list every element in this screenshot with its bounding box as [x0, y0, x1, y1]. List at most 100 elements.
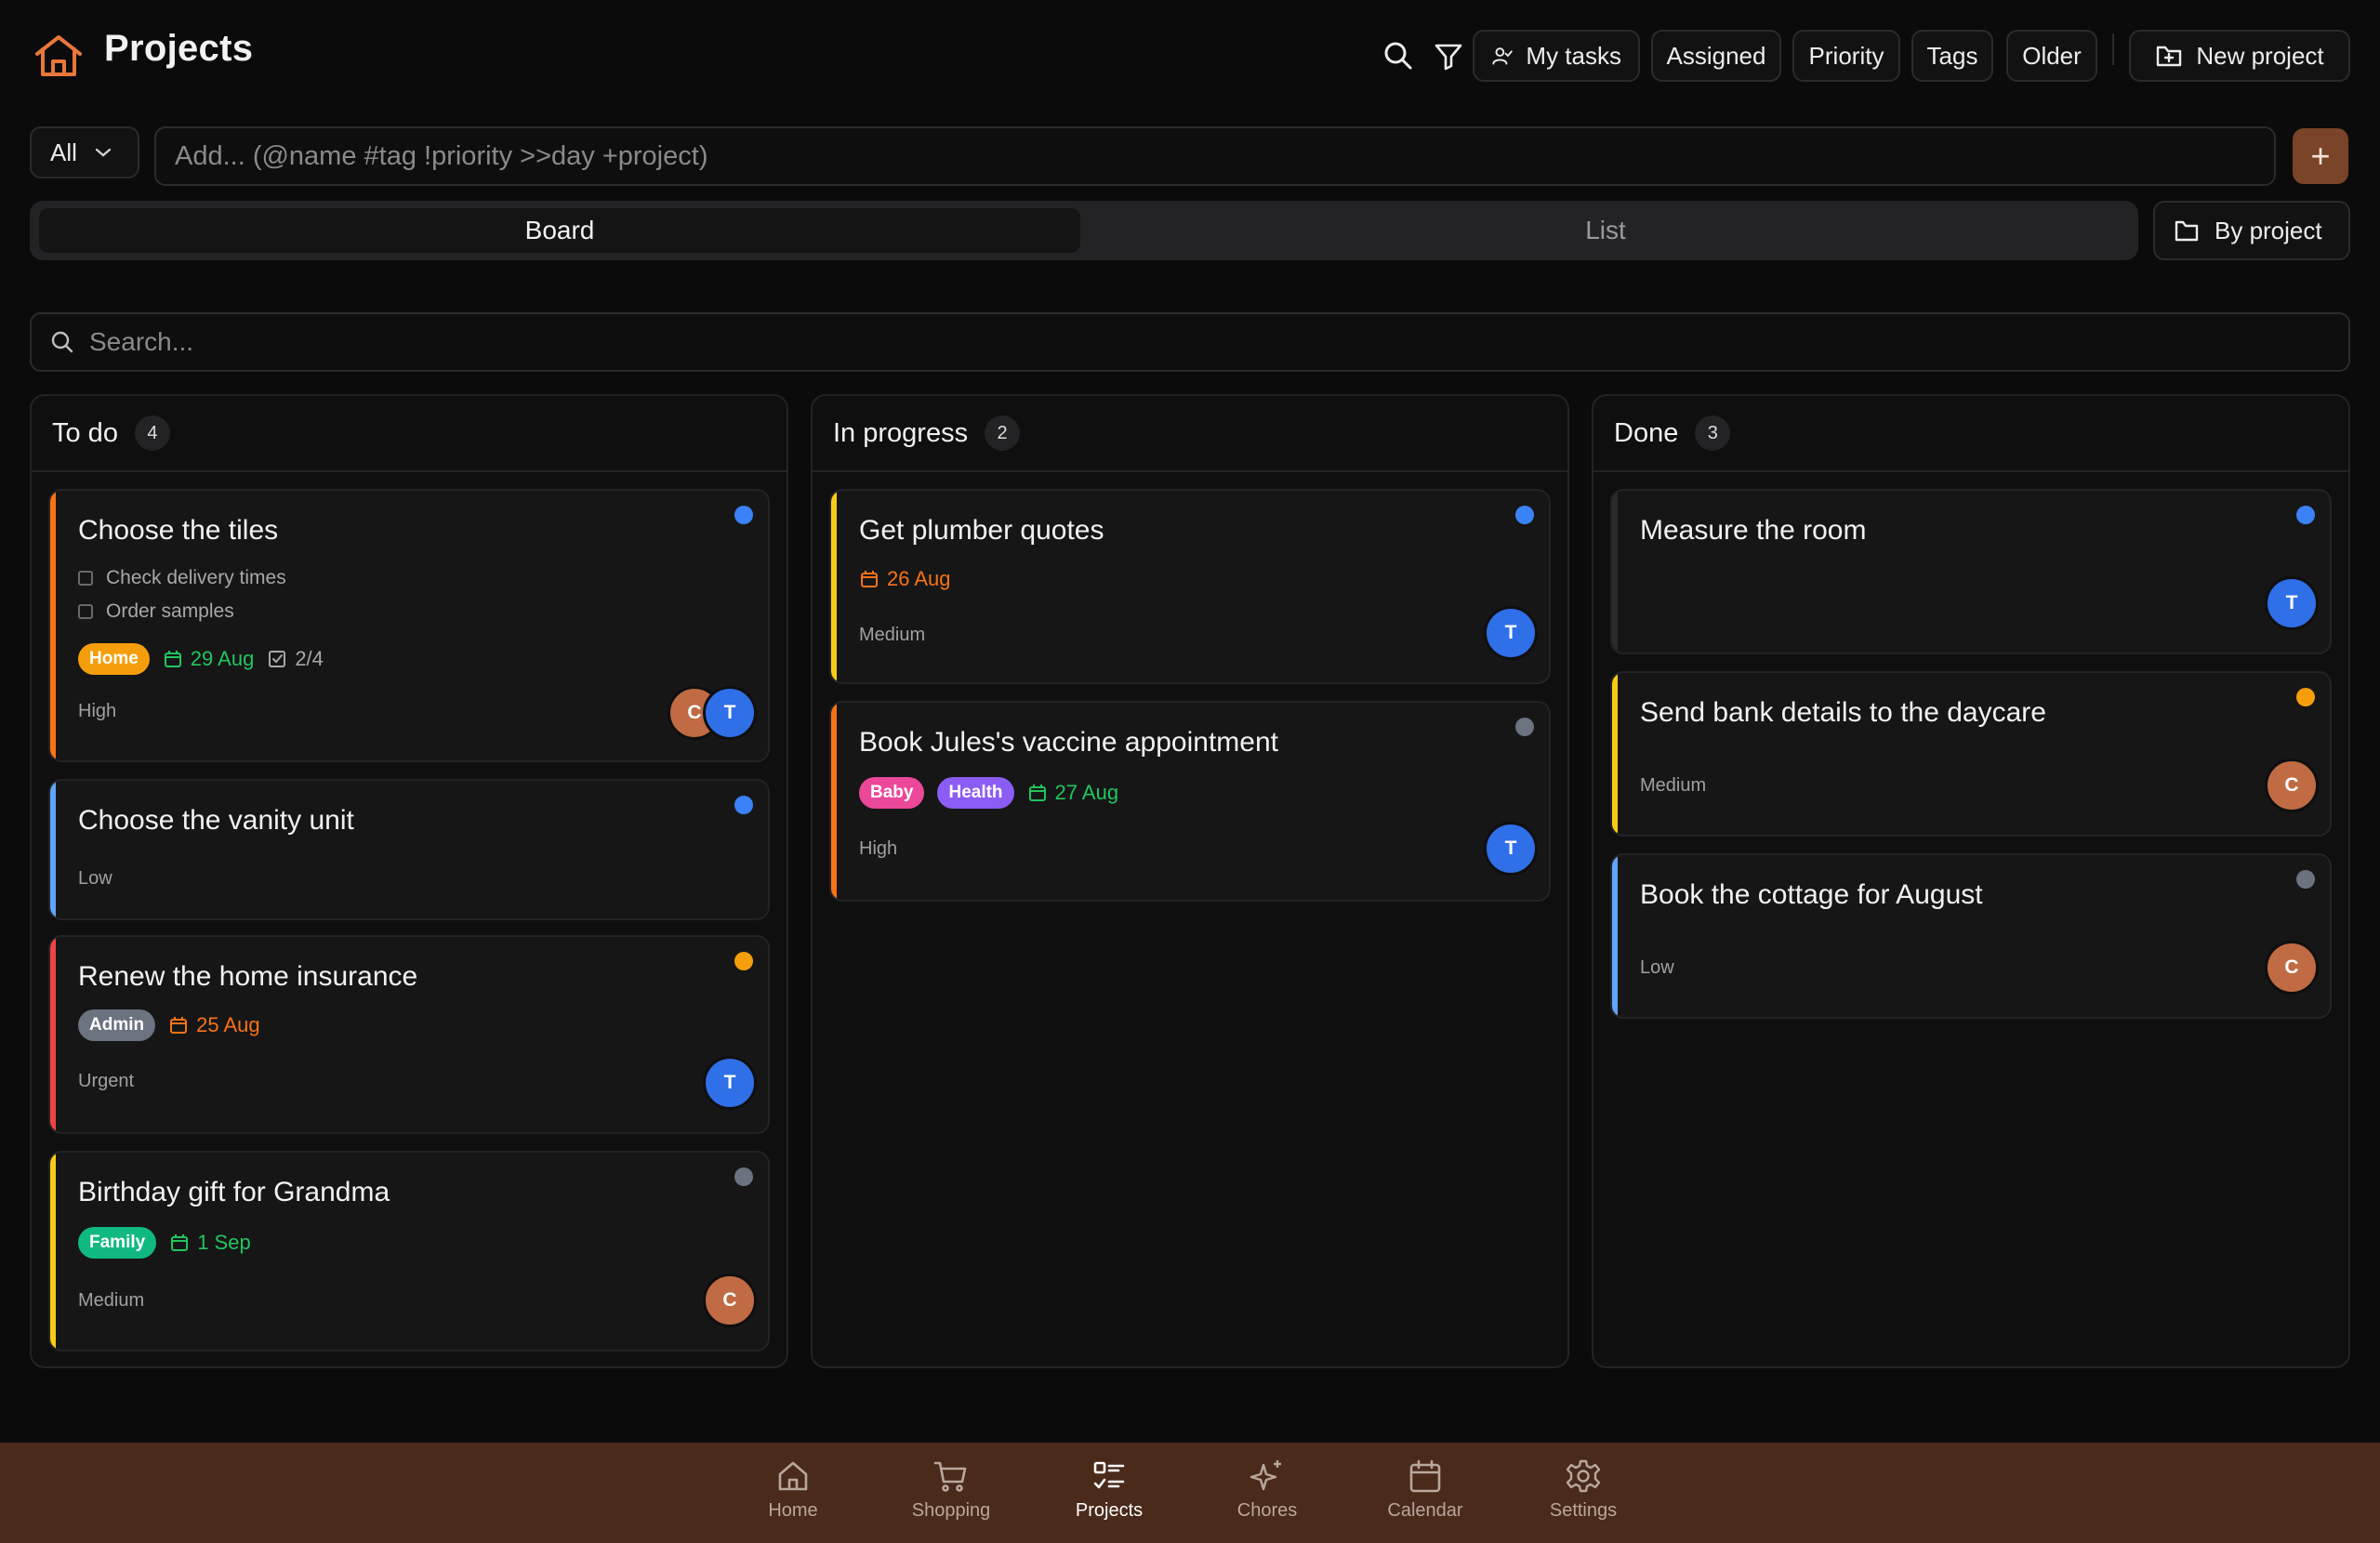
checklist-text: Order samples [106, 600, 234, 622]
status-dot [734, 506, 753, 524]
avatar[interactable]: T [1484, 606, 1538, 660]
task-card[interactable]: Send bank details to the daycare Medium … [1610, 671, 2332, 837]
subtask-count: 2/4 [295, 647, 324, 670]
quick-add-input[interactable] [154, 126, 2276, 186]
assigned-label: Assigned [1666, 41, 1766, 70]
card-title: Choose the vanity unit [78, 805, 354, 836]
column-count-badge: 4 [134, 415, 170, 451]
group-by-project-button[interactable]: By project [2153, 201, 2350, 260]
card-title: Measure the room [1640, 515, 1867, 546]
folder-plus-icon [2157, 46, 2182, 67]
status-dot [734, 952, 753, 970]
priority-button[interactable]: Priority [1792, 30, 1900, 82]
calendar-icon [861, 571, 878, 587]
task-card[interactable]: Get plumber quotes 26 Aug Medium T [829, 489, 1551, 684]
filter-icon[interactable] [1432, 39, 1465, 73]
nav-chores[interactable]: Chores [1197, 1457, 1337, 1532]
priority-accent-bar [50, 1153, 56, 1350]
task-card[interactable]: Measure the room T [1610, 489, 2332, 654]
avatar[interactable]: T [703, 686, 757, 740]
card-title: Send bank details to the daycare [1640, 697, 2046, 728]
nav-projects[interactable]: Projects [1039, 1457, 1179, 1532]
avatar[interactable]: C [2265, 758, 2319, 812]
assigned-button[interactable]: Assigned [1651, 30, 1781, 82]
chevron-down-icon [95, 148, 112, 157]
avatar[interactable]: T [703, 1056, 757, 1110]
nav-calendar[interactable]: Calendar [1355, 1457, 1495, 1532]
checklist-item[interactable]: Order samples [78, 600, 234, 623]
tab-board-label: Board [524, 216, 595, 244]
home-logo-icon[interactable] [33, 33, 84, 78]
task-card[interactable]: Birthday gift for Grandma Family 1 Sep M… [48, 1151, 770, 1352]
tag-badge[interactable]: Admin [78, 1009, 156, 1041]
avatar[interactable]: T [2265, 576, 2319, 630]
priority-accent-bar [50, 937, 56, 1132]
task-card[interactable]: Choose the tiles Check delivery times Or… [48, 489, 770, 762]
priority-label: Medium [78, 1290, 145, 1311]
nav-label: Calendar [1387, 1500, 1463, 1521]
task-card[interactable]: Book the cottage for August Low C [1610, 853, 2332, 1019]
priority-label: Medium [859, 625, 926, 645]
status-dot [1515, 506, 1534, 524]
nav-label: Projects [1075, 1500, 1144, 1521]
due-date: 27 Aug [1027, 781, 1119, 805]
header-divider [2112, 33, 2114, 65]
search-icon [51, 331, 73, 353]
tag-badge[interactable]: Home [78, 643, 150, 675]
card-title: Get plumber quotes [859, 515, 1104, 546]
older-button[interactable]: Older [2006, 30, 2097, 82]
column-count-badge: 3 [1695, 415, 1731, 451]
tags-button[interactable]: Tags [1911, 30, 1993, 82]
tag-badge[interactable]: Baby [859, 777, 925, 809]
top-header: Projects My tasks Assigned Priority Tags… [0, 0, 2380, 112]
my-tasks-button[interactable]: My tasks [1473, 30, 1640, 82]
status-dot [734, 1167, 753, 1186]
column-header: To do 4 [32, 396, 787, 472]
checklist-item[interactable]: Check delivery times [78, 567, 286, 589]
priority-label: Priority [1808, 41, 1884, 70]
search-input[interactable] [89, 327, 2320, 357]
due-date-text: 27 Aug [1054, 781, 1119, 804]
nav-settings[interactable]: Settings [1514, 1457, 1653, 1532]
nav-shopping[interactable]: Shopping [881, 1457, 1021, 1532]
nav-home[interactable]: Home [723, 1457, 863, 1532]
new-project-button[interactable]: New project [2129, 30, 2350, 82]
due-date: 29 Aug [163, 647, 255, 671]
due-date: 26 Aug [859, 567, 951, 591]
priority-accent-bar [1612, 491, 1618, 653]
due-date-text: 29 Aug [190, 647, 255, 670]
tag-badge[interactable]: Health [937, 777, 1014, 809]
checkbox-check-icon [269, 651, 286, 667]
priority-label: Medium [1640, 775, 1707, 796]
column-done: Done 3 Measure the room T Send bank deta… [1592, 394, 2350, 1368]
avatar[interactable]: C [2265, 941, 2319, 995]
view-toggle: Board List [30, 201, 2138, 260]
card-meta: Baby Health 27 Aug [859, 777, 1118, 809]
task-card[interactable]: Book Jules's vaccine appointment Baby He… [829, 701, 1551, 902]
due-date: 25 Aug [168, 1013, 260, 1037]
search-icon[interactable] [1382, 39, 1415, 73]
priority-accent-bar [1612, 673, 1618, 835]
checkbox[interactable] [78, 604, 93, 619]
scope-select[interactable]: All [30, 126, 139, 178]
tab-board[interactable]: Board [39, 208, 1080, 253]
tag-badge[interactable]: Family [78, 1227, 157, 1259]
tab-list[interactable]: List [1082, 208, 2129, 253]
priority-label: High [78, 701, 117, 721]
card-meta: Home 29 Aug 2/4 [78, 643, 324, 675]
quick-add-button[interactable]: + [2293, 128, 2348, 184]
cart-icon [933, 1461, 967, 1492]
my-tasks-label: My tasks [1526, 41, 1621, 70]
task-card[interactable]: Choose the vanity unit Low [48, 779, 770, 920]
column-header: Done 3 [1593, 396, 2348, 472]
folder-icon [2175, 220, 2199, 242]
due-date-text: 1 Sep [197, 1231, 251, 1254]
checkbox[interactable] [78, 571, 93, 586]
task-card[interactable]: Renew the home insurance Admin 25 Aug Ur… [48, 935, 770, 1134]
column-title: In progress [833, 417, 969, 448]
priority-accent-bar [1612, 855, 1618, 1017]
nav-label: Chores [1236, 1500, 1298, 1521]
column-header: In progress 2 [813, 396, 1567, 472]
avatar[interactable]: T [1484, 822, 1538, 876]
avatar[interactable]: C [703, 1273, 757, 1327]
